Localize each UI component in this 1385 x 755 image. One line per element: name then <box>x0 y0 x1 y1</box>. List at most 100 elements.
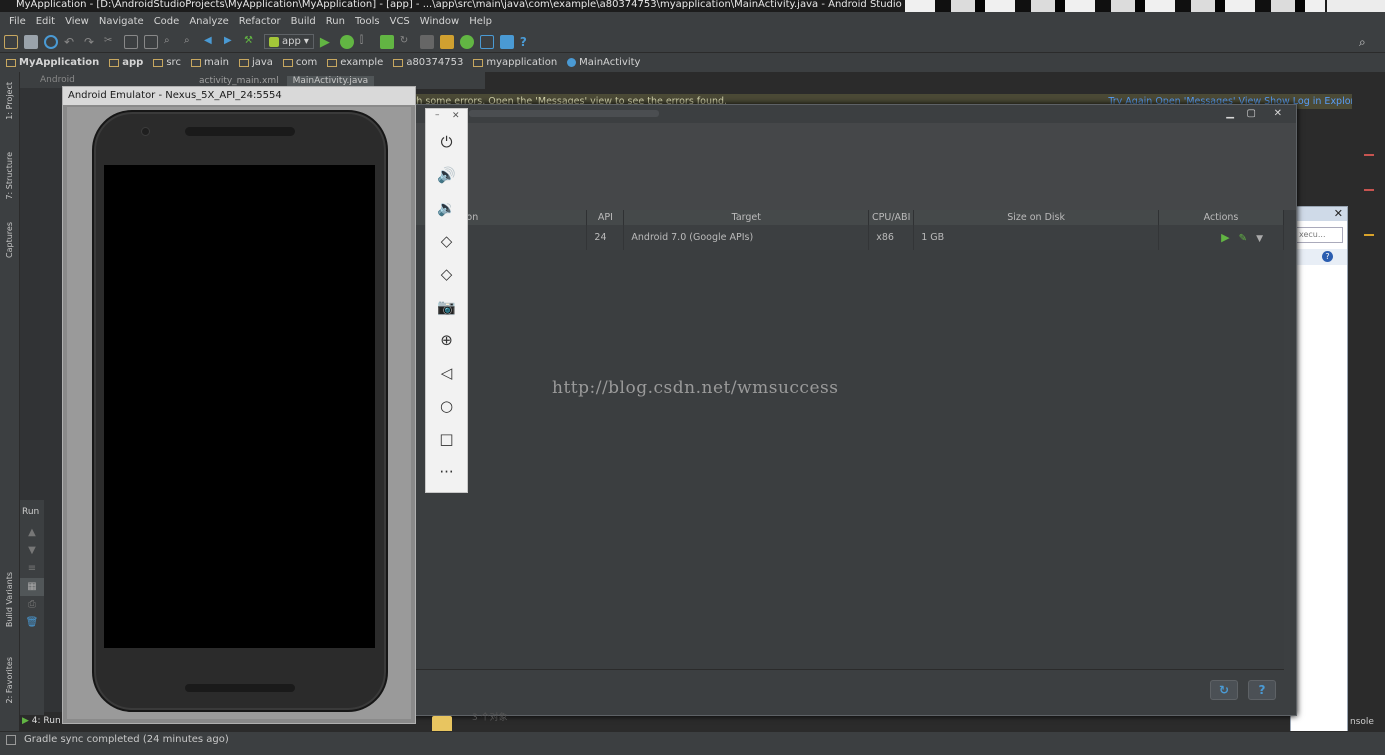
breadcrumb-item[interactable]: app <box>109 57 143 68</box>
window-controls[interactable] <box>1327 0 1385 12</box>
menu-help[interactable]: Help <box>464 16 497 27</box>
status-toggle-icon[interactable] <box>6 735 16 745</box>
table-row[interactable]: 24 Android 7.0 (Google APIs) x86 1 GB ▶ … <box>414 225 1284 250</box>
attach-debugger-icon[interactable]: ⫿ <box>360 35 374 49</box>
overview-button[interactable]: □ <box>426 427 467 451</box>
breadcrumb-item[interactable]: MainActivity <box>567 57 640 68</box>
menu-refactor[interactable]: Refactor <box>234 16 286 27</box>
menu-run[interactable]: Run <box>321 16 350 27</box>
tool-window-captures[interactable]: Captures <box>5 222 14 258</box>
more-button[interactable]: ··· <box>426 460 467 484</box>
print-icon[interactable]: ⎙ <box>20 596 44 614</box>
make-project-icon[interactable]: ⚒ <box>244 35 258 49</box>
minimize-icon[interactable]: ▁ <box>1226 108 1234 119</box>
refresh-button[interactable]: ↻ <box>1210 680 1238 700</box>
breadcrumb-item[interactable]: main <box>190 57 229 68</box>
stop-icon[interactable] <box>419 34 434 49</box>
debug-icon[interactable] <box>339 34 354 49</box>
save-icon[interactable] <box>24 34 38 49</box>
home-button[interactable]: ○ <box>426 394 467 418</box>
run-icon[interactable]: ▶ <box>320 35 334 50</box>
menu-window[interactable]: Window <box>415 16 464 27</box>
menu-edit[interactable]: Edit <box>31 16 60 27</box>
breadcrumb-item[interactable]: java <box>238 57 273 68</box>
cut-icon[interactable]: ✂ <box>104 35 118 49</box>
menu-build[interactable]: Build <box>286 16 321 27</box>
menu-code[interactable]: Code <box>149 16 185 27</box>
screenshot-button[interactable]: 📷 <box>426 295 467 319</box>
menu-analyze[interactable]: Analyze <box>184 16 233 27</box>
maximize-icon[interactable]: ▢ <box>1247 108 1256 119</box>
zoom-button[interactable]: ⊕ <box>426 328 467 352</box>
back-nav-icon[interactable]: ◀ <box>204 35 218 49</box>
warning-marker[interactable] <box>1364 234 1374 236</box>
volume-up-button[interactable]: 🔊 <box>426 163 467 187</box>
search-everywhere-icon[interactable]: ⌕ <box>1359 35 1373 49</box>
tab-activity-main-xml[interactable]: activity_main.xml <box>199 76 279 86</box>
help-icon[interactable]: ? <box>520 35 534 49</box>
tool-window-favorites[interactable]: 2: Favorites <box>5 657 14 703</box>
sdk-manager-icon[interactable] <box>439 34 454 49</box>
run-tab[interactable]: ▶ 4: Run <box>22 716 61 726</box>
minimize-icon[interactable]: – <box>435 110 440 120</box>
edit-avd-icon[interactable]: ✎ <box>1239 233 1247 244</box>
breadcrumb-item[interactable]: com <box>282 57 317 68</box>
clear-all-icon[interactable]: 🗑 <box>20 614 44 632</box>
error-marker[interactable] <box>1364 154 1374 156</box>
phone-screen[interactable] <box>104 165 375 648</box>
tab-main-activity-java[interactable]: MainActivity.java <box>286 75 375 86</box>
close-icon[interactable]: ✕ <box>1274 108 1282 119</box>
paste-icon[interactable] <box>144 34 158 49</box>
menu-file[interactable]: File <box>4 16 31 27</box>
help-button[interactable]: ? <box>1248 680 1276 700</box>
breadcrumb-item[interactable]: example <box>327 57 383 68</box>
redo-icon[interactable]: ↷ <box>84 35 98 49</box>
breadcrumb-item[interactable]: MyApplication <box>6 57 99 68</box>
column-header-target[interactable]: Target <box>623 210 870 225</box>
forward-nav-icon[interactable]: ▶ <box>224 35 238 49</box>
tool-window-build-variants[interactable]: Build Variants <box>5 572 14 627</box>
tool-window-project[interactable]: 1: Project <box>5 82 14 120</box>
copy-icon[interactable] <box>124 34 138 49</box>
replace-icon[interactable]: ⌕ <box>184 35 198 49</box>
column-header-actions[interactable]: Actions <box>1158 210 1284 225</box>
soft-wrap-icon[interactable]: ≡ <box>20 560 44 578</box>
error-marker[interactable] <box>1364 189 1374 191</box>
explorer-search-input[interactable]: xecu... <box>1295 227 1343 243</box>
project-structure-icon[interactable] <box>479 34 494 49</box>
undo-icon[interactable]: ↶ <box>64 35 78 49</box>
find-icon[interactable]: ⌕ <box>164 35 178 49</box>
rotate-right-button[interactable]: ◇ <box>426 262 467 286</box>
apply-changes-icon[interactable] <box>379 34 394 49</box>
avd-manager-icon[interactable] <box>499 34 514 49</box>
menu-view[interactable]: View <box>60 16 94 27</box>
up-icon[interactable]: ▲ <box>20 524 44 542</box>
open-folder-icon[interactable] <box>4 34 18 49</box>
gradle-sync-icon[interactable] <box>459 34 474 49</box>
column-header-api[interactable]: API <box>586 210 625 225</box>
down-icon[interactable]: ▼ <box>20 542 44 560</box>
menu-vcs[interactable]: VCS <box>385 16 415 27</box>
breadcrumb-item[interactable]: a80374753 <box>393 57 463 68</box>
rotate-left-button[interactable]: ◇ <box>426 229 467 253</box>
tool-window-structure[interactable]: 7: Structure <box>5 152 14 200</box>
rerun-icon[interactable]: ↻ <box>400 35 414 49</box>
column-header-cpu[interactable]: CPU/ABI <box>868 210 915 225</box>
column-header-size[interactable]: Size on Disk <box>913 210 1160 225</box>
breadcrumb-item[interactable]: myapplication <box>473 57 557 68</box>
close-icon[interactable]: ✕ <box>1334 207 1343 220</box>
power-button[interactable]: ⏻ <box>426 130 467 154</box>
menu-tools[interactable]: Tools <box>350 16 385 27</box>
launch-avd-icon[interactable]: ▶ <box>1221 231 1229 244</box>
close-icon[interactable]: ✕ <box>452 111 460 121</box>
volume-down-button[interactable]: 🔉 <box>426 196 467 220</box>
breadcrumb-item[interactable]: src <box>153 57 181 68</box>
menu-navigate[interactable]: Navigate <box>94 16 149 27</box>
run-config-select[interactable]: app ▾ <box>264 34 314 49</box>
sync-icon[interactable] <box>44 34 58 49</box>
back-button[interactable]: ◁ <box>426 361 467 385</box>
chevron-down-icon[interactable]: ▼ <box>1256 234 1263 244</box>
scroll-to-end-icon[interactable]: ▦ <box>20 578 44 596</box>
help-icon[interactable]: ? <box>1322 251 1333 262</box>
console-tab[interactable]: nsole <box>1350 717 1374 727</box>
